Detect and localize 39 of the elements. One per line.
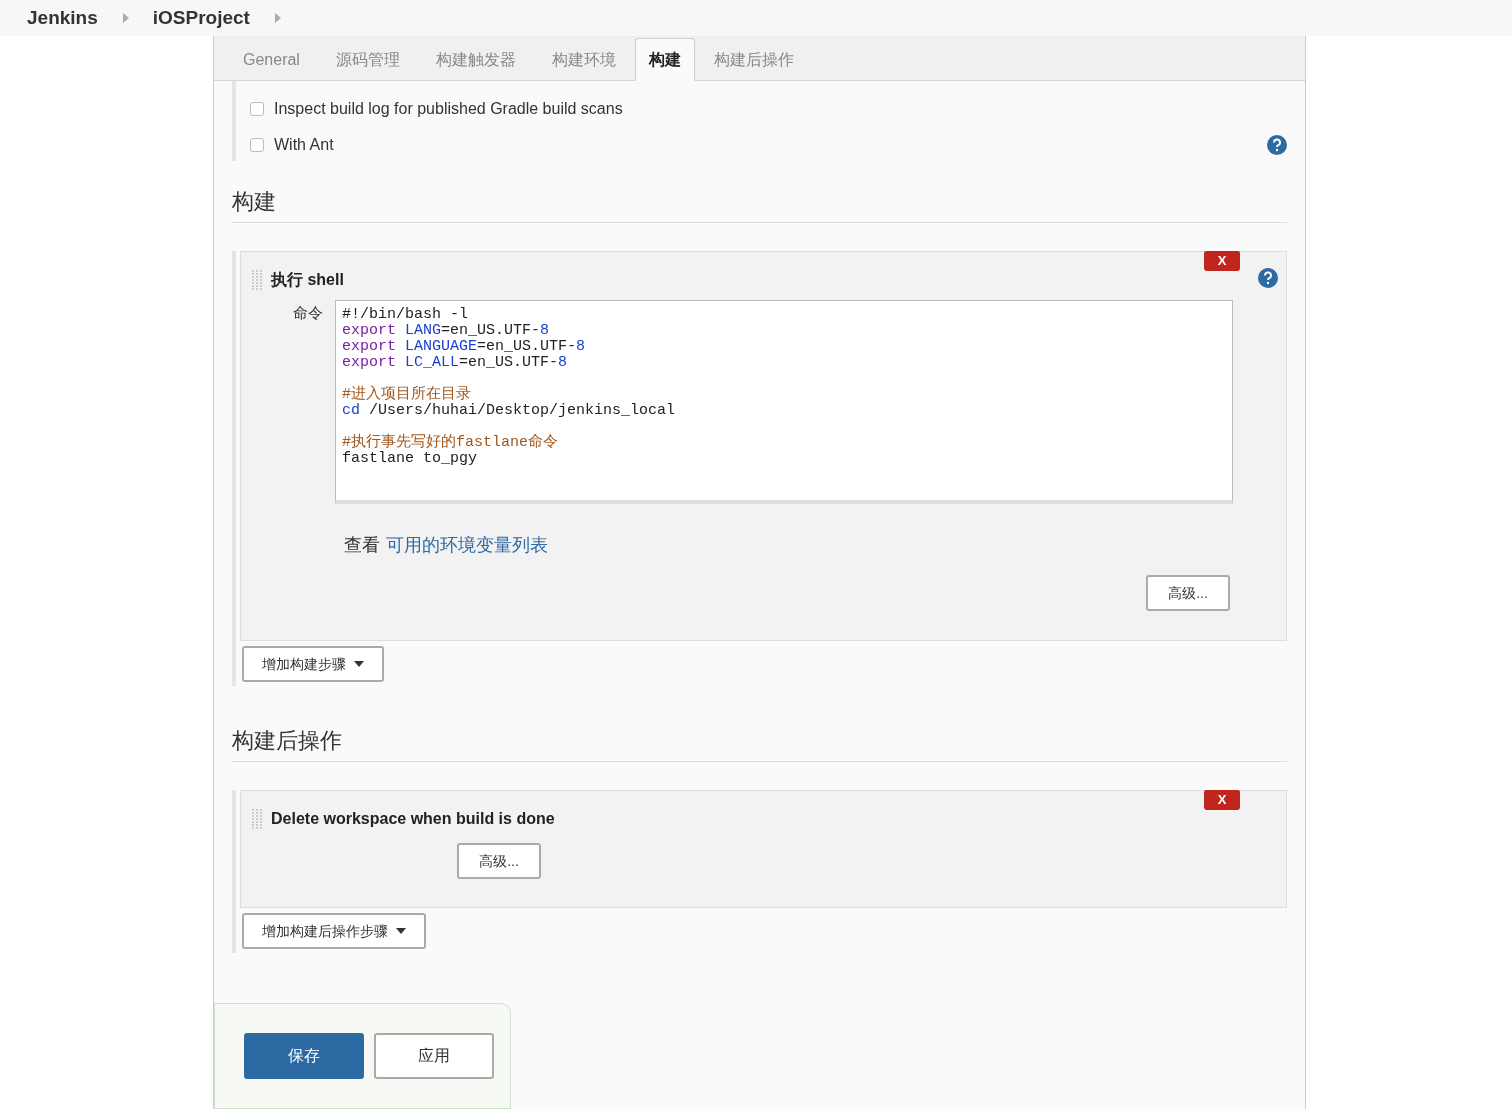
add-build-step-button[interactable]: 增加构建步骤 <box>242 646 384 682</box>
add-post-step-button[interactable]: 增加构建后操作步骤 <box>242 913 426 949</box>
section-heading: 构建 <box>232 185 1287 223</box>
code-line: #执行事先写好的fastlane命令 <box>342 435 559 451</box>
drag-handle-icon[interactable] <box>251 269 263 291</box>
checkbox[interactable] <box>250 102 264 116</box>
code-line: #进入项目所在目录 <box>342 387 472 403</box>
caret-icon <box>396 928 406 934</box>
env-vars-link[interactable]: 可用的环境变量列表 <box>386 532 548 559</box>
delete-button[interactable]: X <box>1204 790 1240 810</box>
breadcrumb-link[interactable]: iOSProject <box>152 3 250 33</box>
advanced-button[interactable]: 高级... <box>1146 575 1230 611</box>
section-heading: 构建后操作 <box>232 724 1287 762</box>
chevron-icon[interactable] <box>274 13 281 23</box>
code-line: cd /Users/huhai/Desktop/jenkins_local <box>342 403 677 419</box>
code-line: export LANG=en_US.UTF-8 <box>342 323 551 339</box>
chevron-icon[interactable] <box>122 13 129 23</box>
help-icon[interactable] <box>1258 268 1278 288</box>
step-title: 执行 shell <box>271 270 344 290</box>
checkbox-label: With Ant <box>274 135 334 155</box>
save-button[interactable]: 保存 <box>244 1033 364 1079</box>
code-line: export LC_ALL=en_US.UTF-8 <box>342 355 569 371</box>
field-label: 命令 <box>292 303 323 323</box>
delete-button[interactable]: X <box>1204 251 1240 271</box>
code-line: #!/bin/bash -l <box>342 307 470 323</box>
code-line: fastlane to_pgy <box>342 451 479 467</box>
breadcrumb-link[interactable]: Jenkins <box>27 3 98 33</box>
drag-handle-icon[interactable] <box>251 808 263 830</box>
checkbox[interactable] <box>250 138 264 152</box>
code-line: export LANGUAGE=en_US.UTF-8 <box>342 339 587 355</box>
hint-text: 查看 <box>344 534 380 557</box>
code-editor[interactable]: #!/bin/bash -l export LANG=en_US.UTF-8 export LANGUAGE=en_US.UTF-8 export LC_ALL=en_US.UTF-8 #进入项目所在目录 cd /Users/huhai/Desktop/jenkins_local #执行事先写好的fastlane命令 fastlane to_pgy <box>335 300 1233 504</box>
apply-button[interactable]: 应用 <box>374 1033 494 1079</box>
advanced-button[interactable]: 高级... <box>457 843 541 879</box>
caret-icon <box>354 661 364 667</box>
checkbox-label: Inspect build log for published Gradle build scans <box>274 99 623 119</box>
help-icon[interactable] <box>1267 135 1287 155</box>
tab[interactable]: 构建 <box>634 38 695 81</box>
step-title: Delete workspace when build is done <box>271 809 555 829</box>
